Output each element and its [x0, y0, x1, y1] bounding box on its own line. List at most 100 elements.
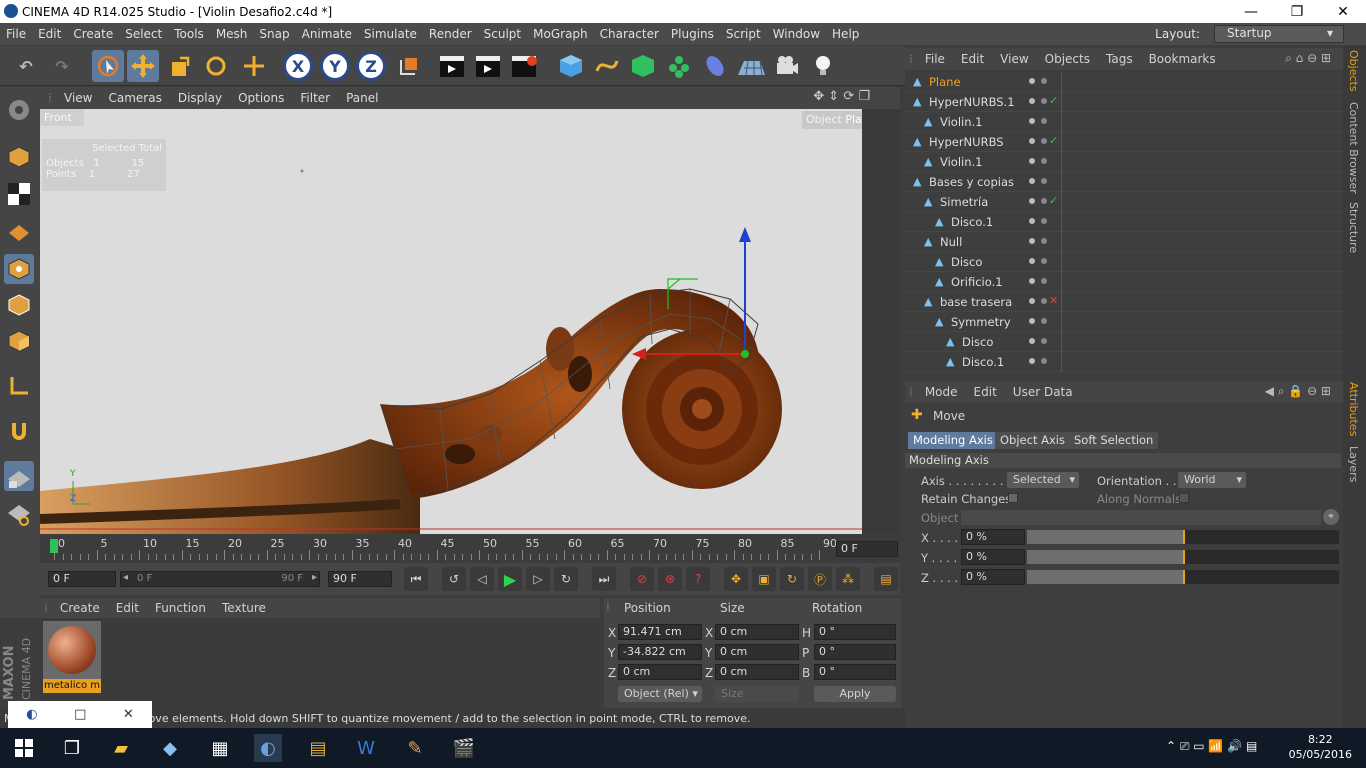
polygons-mode-button[interactable] [4, 326, 34, 356]
playhead-marker[interactable] [50, 539, 58, 553]
system-clock[interactable]: 8:22 05/05/2016 [1289, 732, 1352, 762]
side-tab-content-browser[interactable]: Content Browser [1347, 102, 1360, 194]
along-normals-checkbox[interactable] [1179, 493, 1189, 503]
z-strength-field[interactable]: 0 % [961, 569, 1025, 585]
end-frame-field[interactable]: 90 F [328, 571, 392, 587]
add-camera-button[interactable] [771, 50, 803, 82]
word-button[interactable]: W [352, 734, 380, 762]
attr-menu-edit[interactable]: Edit [966, 385, 1005, 399]
recent-tools-button[interactable] [238, 50, 270, 82]
axis-mode-button[interactable] [4, 371, 34, 401]
layout-dropdown[interactable]: Startup ▾ [1214, 25, 1344, 43]
editor-visibility-dot[interactable] [1029, 358, 1035, 364]
target-icon[interactable]: ⌖ [1323, 509, 1339, 525]
editor-visibility-dot[interactable] [1029, 178, 1035, 184]
objects-menu-tags[interactable]: Tags [1098, 52, 1141, 66]
play-button[interactable]: ▶ [498, 567, 522, 591]
popup-maximize-button[interactable]: □ [74, 707, 86, 722]
record-rotation-button[interactable]: ↻ [780, 567, 804, 591]
menu-script[interactable]: Script [720, 27, 767, 41]
objects-menu-objects[interactable]: Objects [1037, 52, 1098, 66]
current-frame-field[interactable]: 0 F [836, 541, 898, 557]
position-x-field[interactable]: 91.471 cm [618, 624, 702, 640]
objects-menu-edit[interactable]: Edit [953, 52, 992, 66]
points-mode-button[interactable] [4, 254, 34, 284]
system-tray-icons[interactable]: ⌃ ⎚ ▭ 📶 🔊 ▤ [1166, 739, 1257, 754]
add-cube-button[interactable] [555, 50, 587, 82]
render-view-button[interactable] [436, 50, 468, 82]
object-link-field[interactable] [961, 510, 1321, 525]
coordinate-mode-dropdown[interactable]: Object (Rel) ▾ [618, 686, 702, 702]
render-visibility-dot[interactable] [1041, 158, 1047, 164]
side-tab-objects[interactable]: Objects [1347, 50, 1360, 92]
editor-visibility-dot[interactable] [1029, 218, 1035, 224]
objects-menu-view[interactable]: View [992, 52, 1036, 66]
object-row[interactable]: ▲ Simetría ✓ [905, 192, 1343, 212]
x-strength-slider[interactable] [1027, 530, 1339, 544]
object-row[interactable]: ▲ HyperNURBS.1 ✓ [905, 92, 1343, 112]
object-row[interactable]: ▲ Bases y copias [905, 172, 1343, 192]
object-row[interactable]: ▲ Violin.1 [905, 152, 1343, 172]
go-to-start-button[interactable]: ⏮ [404, 567, 428, 591]
side-tab-layers[interactable]: Layers [1347, 446, 1360, 482]
objects-menu-file[interactable]: File [917, 52, 953, 66]
editor-visibility-dot[interactable] [1029, 138, 1035, 144]
menu-plugins[interactable]: Plugins [665, 27, 720, 41]
z-axis-lock-button[interactable]: Z [356, 51, 386, 81]
workplane-mode-button[interactable] [4, 216, 34, 246]
tab-object-axis[interactable]: Object Axis [995, 432, 1070, 449]
winrar-button[interactable]: ▤ [304, 734, 332, 762]
editor-visibility-dot[interactable] [1029, 118, 1035, 124]
record-scale-button[interactable]: ▣ [752, 567, 776, 591]
viewport-menu-cameras[interactable]: Cameras [100, 91, 169, 105]
editor-visibility-dot[interactable] [1029, 278, 1035, 284]
frame-range-slider[interactable]: ◂ 0 F 90 F ▸ [120, 571, 320, 587]
render-visibility-dot[interactable] [1041, 118, 1047, 124]
y-strength-slider[interactable] [1027, 550, 1339, 564]
workplane-lock-button[interactable] [4, 461, 34, 491]
y-axis-lock-button[interactable]: Y [320, 51, 350, 81]
render-visibility-dot[interactable] [1041, 178, 1047, 184]
editor-visibility-dot[interactable] [1029, 158, 1035, 164]
apply-button[interactable]: Apply [814, 686, 896, 702]
tab-soft-selection[interactable]: Soft Selection [1069, 432, 1159, 449]
x-axis-lock-button[interactable]: X [283, 51, 313, 81]
rotation-p-field[interactable]: 0 ° [814, 644, 896, 660]
render-visibility-dot[interactable] [1041, 98, 1047, 104]
object-row[interactable]: ▲ Plane [905, 72, 1343, 92]
menu-animate[interactable]: Animate [296, 27, 358, 41]
editor-visibility-dot[interactable] [1029, 198, 1035, 204]
render-visibility-dot[interactable] [1041, 198, 1047, 204]
menu-tools[interactable]: Tools [168, 27, 210, 41]
viewport-menu-panel[interactable]: Panel [338, 91, 386, 105]
next-frame-button[interactable]: ▷ [526, 567, 550, 591]
go-to-end-button[interactable]: ⏭ [592, 567, 616, 591]
make-editable-button[interactable] [4, 95, 34, 125]
orientation-dropdown[interactable]: World ▾ [1178, 472, 1246, 488]
viewport-navigation-icons[interactable]: ✥ ⇕ ⟳ ❐ [805, 89, 878, 104]
movie-maker-button[interactable]: 🎬 [450, 734, 478, 762]
start-button[interactable] [10, 734, 38, 762]
editor-visibility-dot[interactable] [1029, 98, 1035, 104]
minimize-button[interactable]: — [1228, 0, 1274, 23]
timeline-window-button[interactable]: ▤ [874, 567, 898, 591]
menu-snap[interactable]: Snap [253, 27, 295, 41]
render-visibility-dot[interactable] [1041, 278, 1047, 284]
side-tab-attributes[interactable]: Attributes [1347, 382, 1360, 436]
calculator-button[interactable]: ▦ [206, 734, 234, 762]
object-row[interactable]: ▲ base trasera ✕ [905, 292, 1343, 312]
autokey-button[interactable]: ⊛ [658, 567, 682, 591]
editor-visibility-dot[interactable] [1029, 78, 1035, 84]
add-array-button[interactable] [663, 50, 695, 82]
attr-nav-icons[interactable]: ◀ ⌕ 🔒 ⊖ ⊞ [1257, 384, 1339, 399]
redo-button[interactable]: ↷ [46, 50, 78, 82]
material-menu-function[interactable]: Function [147, 601, 214, 615]
editor-visibility-dot[interactable] [1029, 238, 1035, 244]
size-mode-dropdown[interactable]: Size [715, 686, 799, 702]
render-visibility-dot[interactable] [1041, 238, 1047, 244]
model-mode-button[interactable] [4, 142, 34, 172]
z-strength-slider[interactable] [1027, 570, 1339, 584]
rotation-h-field[interactable]: 0 ° [814, 624, 896, 640]
y-strength-field[interactable]: 0 % [961, 549, 1025, 565]
tab-modeling-axis[interactable]: Modeling Axis [908, 432, 998, 449]
